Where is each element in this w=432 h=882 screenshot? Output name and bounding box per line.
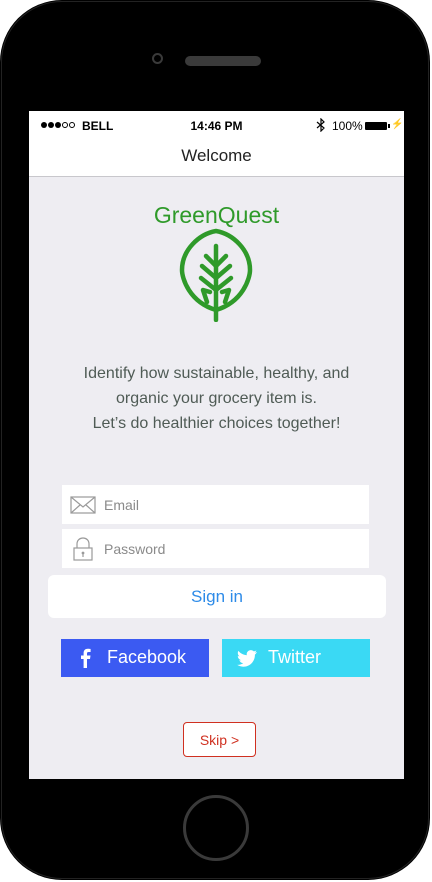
tagline-line-1: Identify how sustainable, healthy, and [83, 365, 350, 382]
envelope-icon [70, 496, 96, 514]
lock-icon [73, 537, 93, 561]
page-title: Welcome [181, 146, 252, 165]
earpiece-speaker [185, 56, 261, 66]
sign-in-button[interactable]: Sign in [48, 575, 386, 618]
facebook-login-button[interactable]: Facebook [61, 639, 209, 677]
front-camera [152, 53, 163, 64]
brand-name: GreenQuest [153, 202, 280, 228]
bluetooth-icon [316, 118, 325, 132]
status-bar: BELL 14:46 PM 100% ⚡ [29, 111, 404, 141]
tagline-line-3: Let’s do healthier choices together! [92, 415, 341, 432]
facebook-icon [81, 648, 91, 668]
tagline: Identify how sustainable, healthy, and o… [49, 361, 384, 436]
password-input[interactable] [104, 529, 359, 568]
leaf-icon [179, 228, 253, 322]
email-field-container [62, 485, 369, 524]
home-button[interactable] [183, 795, 249, 861]
tagline-line-2: organic your grocery item is. [116, 390, 317, 407]
charging-icon: ⚡ [391, 119, 404, 130]
email-input[interactable] [104, 485, 359, 524]
battery-icon [365, 122, 390, 130]
battery-percent: 100% [332, 119, 363, 133]
app-screen: BELL 14:46 PM 100% ⚡ Welcome GreenQuest [29, 111, 404, 779]
password-field-container [62, 529, 369, 568]
navigation-bar: Welcome [29, 141, 404, 177]
twitter-login-button[interactable]: Twitter [222, 639, 370, 677]
twitter-label: Twitter [268, 647, 322, 667]
twitter-icon [237, 650, 257, 667]
phone-frame: BELL 14:46 PM 100% ⚡ Welcome GreenQuest [0, 0, 430, 880]
skip-button[interactable]: Skip > [183, 722, 256, 757]
facebook-label: Facebook [107, 647, 187, 667]
